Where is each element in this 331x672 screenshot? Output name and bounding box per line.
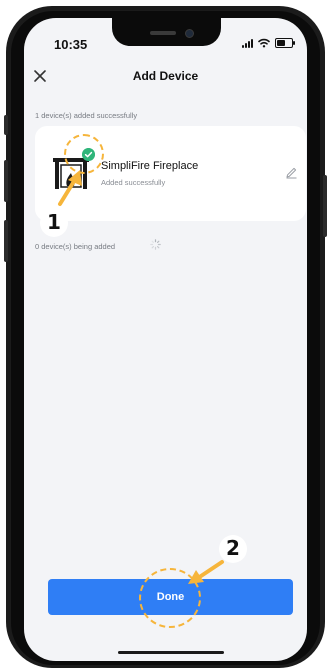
check-icon (82, 148, 95, 161)
fireplace-icon (53, 158, 89, 189)
app-screen: 10:35 Add Device 1 device(s) added succe… (24, 18, 307, 661)
status-icons (242, 38, 295, 48)
silent-switch (4, 115, 8, 135)
volume-up-button (4, 160, 8, 202)
battery-icon (275, 38, 295, 48)
device-card[interactable]: SimpliFire Fireplace Added successfully (35, 126, 306, 221)
done-button[interactable]: Done (48, 579, 293, 615)
power-button (323, 175, 327, 237)
cellular-signal-icon (242, 38, 253, 48)
home-indicator (118, 651, 224, 654)
adding-count-label: 0 device(s) being added (35, 242, 116, 251)
page-title: Add Device (132, 69, 199, 83)
device-name: SimpliFire Fireplace (101, 160, 199, 172)
pencil-icon[interactable] (285, 166, 298, 179)
status-time: 10:35 (54, 37, 88, 52)
loading-spinner-icon (150, 239, 161, 250)
wifi-icon (258, 38, 270, 48)
volume-down-button (4, 220, 8, 262)
notch (112, 18, 221, 46)
camera (185, 29, 194, 38)
device-status: Added successfully (101, 178, 166, 187)
speaker (150, 31, 176, 35)
added-count-label: 1 device(s) added successfully (35, 111, 138, 120)
